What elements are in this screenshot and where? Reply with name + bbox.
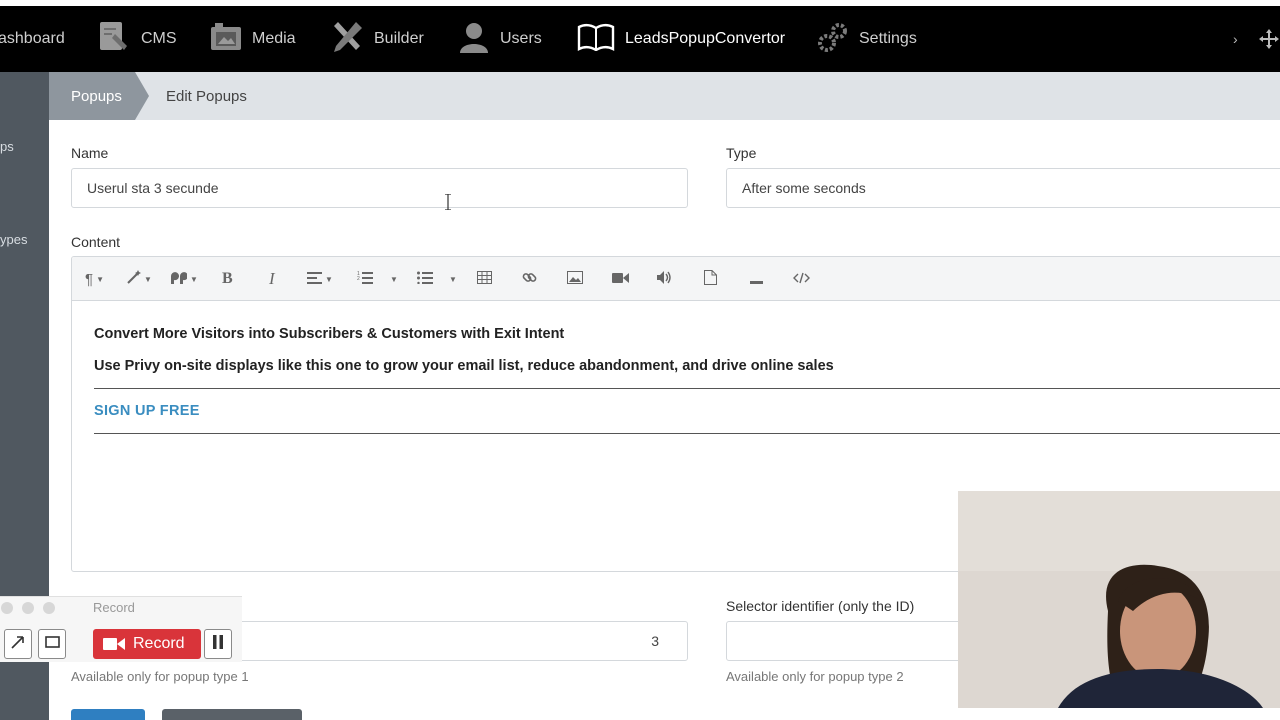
- unordered-list-dropdown[interactable]: ▼: [446, 257, 457, 301]
- breadcrumb-arrow: [135, 72, 149, 120]
- image-icon: [567, 270, 583, 288]
- webcam-overlay: [958, 491, 1280, 708]
- content-subheading: Use Privy on-site displays like this one…: [94, 358, 834, 374]
- paragraph-icon: ¶: [85, 270, 94, 288]
- magic-format-button[interactable]: ▼: [127, 257, 152, 301]
- paragraph-style-button[interactable]: ¶ ▼: [85, 257, 104, 301]
- nav-item-label: Builder: [374, 30, 424, 47]
- type-label: Type: [726, 145, 757, 161]
- window-zoom-dot[interactable]: [43, 602, 55, 614]
- nav-item-leadspopupconvertor[interactable]: LeadsPopupConvertor: [577, 6, 785, 72]
- save-button[interactable]: [71, 709, 145, 720]
- record-button[interactable]: Record: [93, 629, 201, 659]
- speaker-icon: [657, 270, 673, 288]
- seconds-hint: Available only for popup type 1: [71, 669, 249, 684]
- unordered-list-button[interactable]: [417, 257, 433, 301]
- cancel-button[interactable]: [162, 709, 302, 720]
- signup-link[interactable]: SIGN UP FREE: [94, 403, 200, 419]
- text-cursor-icon: [445, 193, 451, 211]
- nav-item-label: CMS: [141, 30, 177, 47]
- window-close-dot[interactable]: [1, 602, 13, 614]
- horizontal-rule-button[interactable]: [750, 257, 763, 301]
- nav-item-label: Media: [252, 30, 296, 47]
- nav-item-label: Settings: [859, 30, 917, 47]
- top-navbar: ashboard CMS Media Builder Users LeadsPo…: [0, 6, 1280, 72]
- link-icon: [522, 270, 537, 289]
- recorder-title: Record: [93, 600, 135, 615]
- magic-wand-icon: [127, 270, 141, 288]
- move-icon[interactable]: [1258, 6, 1280, 72]
- region-tool-button[interactable]: [38, 629, 66, 659]
- nav-item-media[interactable]: Media: [210, 6, 296, 72]
- link-button[interactable]: [522, 257, 537, 301]
- builder-icon: [330, 20, 364, 59]
- sidebar-item-popup-types[interactable]: ypes: [0, 232, 27, 247]
- nav-item-settings[interactable]: Settings: [817, 6, 917, 72]
- video-button[interactable]: [612, 257, 629, 301]
- media-icon: [210, 22, 242, 57]
- horizontal-rule-icon: [750, 271, 763, 288]
- gear-icon: [817, 21, 849, 58]
- name-input[interactable]: Userul sta 3 secunde: [71, 168, 688, 208]
- ordered-list-icon: 12: [357, 271, 373, 288]
- file-icon: [704, 269, 717, 289]
- content-divider-top: [94, 388, 1280, 389]
- window-minimize-dot[interactable]: [22, 602, 34, 614]
- breadcrumb: Popups Edit Popups: [49, 72, 1280, 120]
- code-view-button[interactable]: [793, 257, 810, 301]
- file-button[interactable]: [704, 257, 717, 301]
- bold-icon: B: [222, 270, 233, 287]
- arrow-icon: [10, 634, 26, 655]
- code-icon: [793, 271, 810, 288]
- quote-icon: [171, 271, 188, 288]
- italic-button[interactable]: I: [269, 257, 275, 301]
- book-icon: [577, 23, 615, 56]
- nav-item-label: LeadsPopupConvertor: [625, 30, 786, 47]
- camera-icon: [103, 637, 125, 651]
- breadcrumb-edit-popups: Edit Popups: [166, 87, 247, 105]
- pause-icon: [212, 634, 224, 654]
- name-label: Name: [71, 145, 109, 161]
- bold-button[interactable]: B: [222, 257, 233, 301]
- audio-button[interactable]: [657, 257, 673, 301]
- nav-item-users[interactable]: Users: [458, 6, 542, 72]
- nav-item-builder[interactable]: Builder: [330, 6, 424, 72]
- svg-text:2: 2: [357, 276, 360, 282]
- ordered-list-dropdown[interactable]: ▼: [387, 257, 398, 301]
- ordered-list-button[interactable]: 12: [357, 257, 373, 301]
- align-button[interactable]: ▼: [307, 257, 333, 301]
- content-heading: Convert More Visitors into Subscribers &…: [94, 326, 565, 342]
- selector-label: Selector identifier (only the ID): [726, 598, 915, 614]
- editor-toolbar: ¶ ▼ ▼ ▼ B I ▼ 12 ▼ ▼: [72, 257, 1280, 301]
- cms-icon: [97, 20, 131, 59]
- content-divider-bottom: [94, 433, 1280, 434]
- nav-item-label: Users: [500, 30, 542, 47]
- rectangle-icon: [44, 635, 60, 653]
- nav-item-label: ashboard: [0, 30, 65, 47]
- nav-item-dashboard[interactable]: ashboard: [0, 6, 65, 72]
- chevron-right-icon[interactable]: ›: [1233, 6, 1238, 72]
- unordered-list-icon: [417, 271, 433, 288]
- screen-recorder-widget: Record Record: [0, 596, 242, 662]
- selector-hint: Available only for popup type 2: [726, 669, 904, 684]
- image-button[interactable]: [567, 257, 583, 301]
- breadcrumb-popups[interactable]: Popups: [49, 72, 135, 120]
- align-left-icon: [307, 271, 322, 288]
- video-icon: [612, 271, 629, 288]
- pause-button[interactable]: [204, 629, 232, 659]
- arrow-tool-button[interactable]: [4, 629, 32, 659]
- sidebar-item-popups[interactable]: ps: [0, 139, 14, 154]
- content-label: Content: [71, 234, 121, 250]
- users-icon: [458, 21, 490, 58]
- italic-icon: I: [269, 269, 275, 288]
- nav-item-cms[interactable]: CMS: [97, 6, 177, 72]
- type-select[interactable]: After some seconds: [726, 168, 1280, 208]
- quote-button[interactable]: ▼: [171, 257, 198, 301]
- table-button[interactable]: [477, 257, 492, 301]
- presenter-video: [958, 491, 1280, 708]
- table-icon: [477, 270, 492, 288]
